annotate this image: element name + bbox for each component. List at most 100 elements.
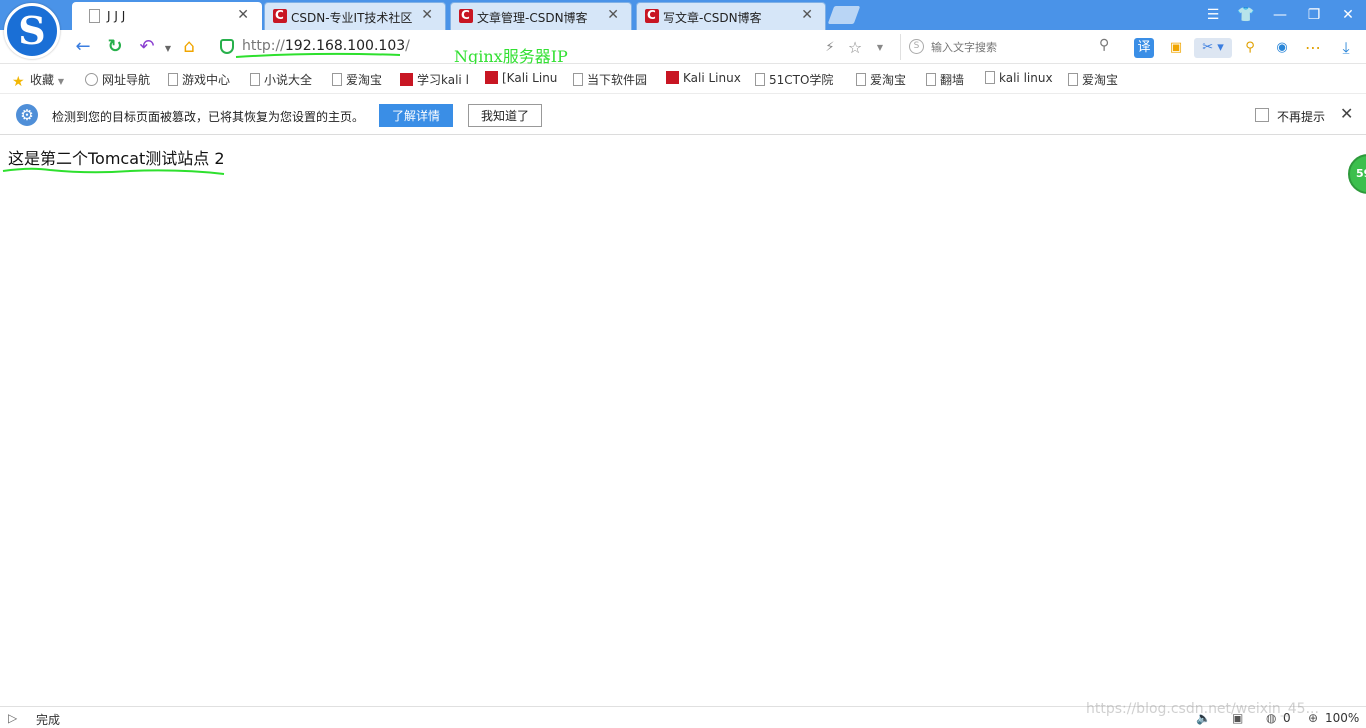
bookmark-item[interactable]: 爱淘宝	[332, 71, 382, 87]
bookmark-item[interactable]: 学习kali l	[400, 71, 469, 87]
browser-window: ☰ 👕 — ❐ ✕ S J J J ✕ CSDN-专业IT技术社区 ✕ 文章管理…	[0, 0, 1366, 728]
page-icon	[89, 9, 100, 23]
search-box: S ⚲	[900, 34, 1122, 60]
csdn-icon	[273, 8, 287, 23]
translate-icon[interactable]: 译	[1134, 38, 1154, 58]
bookmark-label: 翻墙	[940, 73, 965, 87]
no-remind-label: 不再提示	[1277, 110, 1326, 124]
page-icon	[250, 73, 260, 86]
tab-close-icon[interactable]: ✕	[607, 7, 619, 23]
watermark: https://blog.csdn.net/weixin_45...	[1086, 701, 1319, 717]
tab-label: J J J	[107, 9, 126, 23]
csdn-icon	[459, 8, 473, 23]
tab-label: CSDN-专业IT技术社区	[291, 11, 413, 25]
globe-icon	[85, 73, 98, 86]
bookmark-item[interactable]: 51CTO学院	[755, 71, 833, 87]
learn-more-button[interactable]: 了解详情	[379, 104, 453, 127]
page-icon	[926, 73, 936, 86]
favorite-star-icon[interactable]: ☆	[845, 38, 865, 58]
notice-text: 检测到您的目标页面被篡改，已将其恢复为您设置的主页。	[52, 110, 365, 124]
tab-csdn-manage[interactable]: 文章管理-CSDN博客 ✕	[450, 2, 632, 30]
bookmark-item[interactable]: 翻墙	[926, 71, 964, 87]
tab-csdn-home[interactable]: CSDN-专业IT技术社区 ✕	[264, 2, 446, 30]
speed-ball-badge[interactable]: 59	[1348, 154, 1366, 194]
screenshot-scissors-icon[interactable]: ✂ ▾	[1194, 38, 1232, 58]
bookmark-item[interactable]: Kali Linux	[666, 71, 741, 87]
bookmark-label: 游戏中心	[182, 73, 231, 87]
new-tab-button[interactable]	[827, 6, 861, 24]
bookmark-item[interactable]: kali linux	[985, 71, 1053, 87]
tab-close-icon[interactable]: ✕	[421, 7, 433, 23]
tab-close-icon[interactable]: ✕	[237, 7, 249, 23]
refresh-icon[interactable]: ↻	[104, 36, 126, 58]
bookmark-label: 当下软件园	[587, 73, 648, 87]
search-engine-icon[interactable]: S	[909, 39, 924, 54]
got-it-button[interactable]: 我知道了	[468, 104, 542, 127]
csdn-icon	[400, 73, 413, 86]
bookmark-label: [Kali Linu	[502, 71, 558, 85]
close-window-button[interactable]: ✕	[1336, 4, 1360, 26]
browser-logo[interactable]: S	[4, 3, 60, 59]
bookmark-item[interactable]: [Kali Linu	[485, 71, 557, 87]
csdn-icon	[666, 71, 679, 84]
url-underline-annotation	[235, 52, 401, 58]
download-icon[interactable]: ⤓	[1336, 38, 1356, 58]
dropdown-icon[interactable]: ▼	[870, 38, 890, 58]
skin-icon[interactable]: 👕	[1234, 4, 1258, 26]
scan-icon[interactable]: ◉	[1272, 38, 1292, 58]
bookmark-label: 小说大全	[264, 73, 313, 87]
page-icon	[168, 73, 178, 86]
restore-button[interactable]: ❐	[1302, 4, 1326, 26]
page-icon	[985, 71, 995, 84]
lightning-icon[interactable]: ⚡	[820, 38, 840, 58]
homepage-notice-bar: ⚙ 检测到您的目标页面被篡改，已将其恢复为您设置的主页。 了解详情 我知道了 不…	[0, 95, 1366, 135]
bookmark-label: Kali Linux	[683, 71, 741, 85]
tab-jjj[interactable]: J J J ✕	[72, 2, 262, 30]
home-icon[interactable]: ⌂	[178, 36, 200, 58]
bookmark-label: 收藏	[30, 73, 55, 87]
text-underline-annotation	[2, 167, 225, 175]
bookmark-item[interactable]: 爱淘宝	[856, 71, 906, 87]
zoom-level[interactable]: 100%	[1325, 711, 1359, 725]
back-icon[interactable]: ←	[72, 36, 94, 58]
security-shield-icon	[220, 39, 234, 54]
tab-label: 文章管理-CSDN博客	[477, 11, 588, 25]
bookmark-item[interactable]: 爱淘宝	[1068, 71, 1118, 87]
page-icon	[1068, 73, 1078, 86]
search-input[interactable]	[931, 38, 1091, 56]
bookmark-label: 51CTO学院	[769, 73, 834, 87]
bookmark-item[interactable]: 当下软件园	[573, 71, 647, 87]
bookmark-label: 网址导航	[102, 73, 151, 87]
menu-icon[interactable]: ☰	[1201, 4, 1225, 26]
tab-close-icon[interactable]: ✕	[801, 7, 813, 23]
extension-icon[interactable]: ▣	[1166, 38, 1186, 58]
navigation-bar: ← ↻ ↶ ▼ ⌂ http://192.168.100.103/ Nginx服…	[0, 30, 1366, 66]
undo-dropdown-icon[interactable]: ▼	[157, 38, 179, 60]
csdn-icon	[485, 71, 498, 84]
url-path: /	[405, 38, 410, 54]
bookmark-item[interactable]: 网址导航	[85, 71, 150, 87]
status-text: 完成	[36, 713, 61, 727]
page-icon	[856, 73, 866, 86]
undo-icon[interactable]: ↶	[136, 36, 158, 58]
key-icon[interactable]: ⚲	[1240, 38, 1260, 58]
csdn-icon	[645, 8, 659, 23]
page-icon	[573, 73, 583, 86]
bookmark-item[interactable]: 游戏中心	[168, 71, 230, 87]
search-icon[interactable]: ⚲	[1099, 37, 1109, 53]
more-icon[interactable]: ⋯	[1303, 38, 1323, 58]
bookmark-label: 爱淘宝	[870, 73, 907, 87]
bookmark-item[interactable]: 小说大全	[250, 71, 312, 87]
bookmark-label: 爱淘宝	[346, 73, 383, 87]
sidebar-toggle-icon[interactable]: ▷	[8, 711, 17, 725]
bookmark-label: kali linux	[999, 71, 1053, 85]
chevron-down-icon: ▼	[57, 77, 64, 86]
minimize-button[interactable]: —	[1268, 4, 1292, 26]
page-icon	[755, 73, 765, 86]
star-icon: ★	[12, 74, 26, 90]
bookmark-favorites[interactable]: ★ 收藏 ▼	[12, 71, 64, 90]
no-remind-checkbox[interactable]	[1255, 108, 1269, 122]
tab-csdn-write[interactable]: 写文章-CSDN博客 ✕	[636, 2, 826, 30]
close-icon[interactable]: ✕	[1340, 104, 1353, 123]
tab-label: 写文章-CSDN博客	[663, 11, 762, 25]
